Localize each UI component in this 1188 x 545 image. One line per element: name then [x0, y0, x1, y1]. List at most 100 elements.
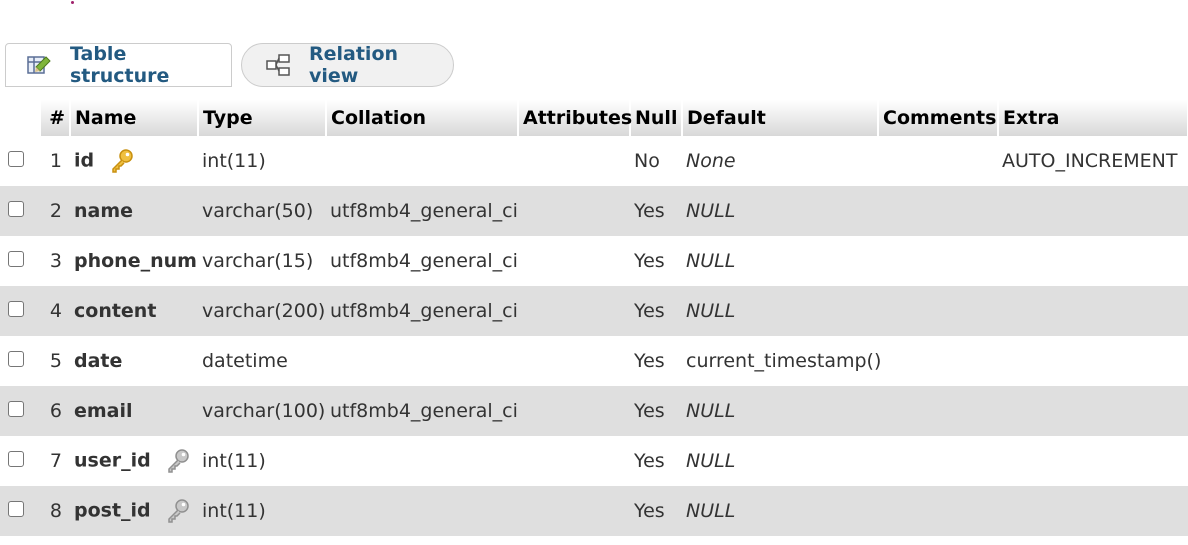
row-checkbox[interactable] [8, 251, 24, 267]
row-comments [878, 136, 998, 186]
row-null: Yes [630, 236, 682, 286]
column-name[interactable]: post_id [74, 500, 151, 522]
row-select [0, 136, 40, 186]
row-collation [326, 436, 518, 486]
row-default: None [682, 136, 878, 186]
header-null: Null [630, 100, 683, 136]
row-default: NULL [682, 286, 878, 336]
row-attributes [518, 236, 630, 286]
row-comments [878, 236, 998, 286]
header-comments: Comments [878, 100, 999, 136]
table-row: 6 email varchar(100) utf8mb4_general_ci … [0, 386, 1188, 436]
column-name[interactable]: user_id [74, 450, 151, 472]
row-select [0, 286, 40, 336]
row-extra [998, 186, 1188, 236]
row-comments [878, 436, 998, 486]
row-default: NULL [682, 486, 878, 536]
row-type: int(11) [198, 486, 326, 536]
header-type: Type [198, 100, 327, 136]
table-row: 3 phone_num varchar(15) utf8mb4_general_… [0, 236, 1188, 286]
row-num: 5 [40, 336, 70, 386]
header-default: Default [682, 100, 879, 136]
tab-table-structure[interactable]: Table structure [5, 43, 232, 87]
row-type: varchar(15) [198, 236, 326, 286]
column-name[interactable]: date [74, 350, 122, 372]
row-null: Yes [630, 186, 682, 236]
row-name-cell: post_id [70, 486, 198, 536]
row-select [0, 236, 40, 286]
row-extra [998, 236, 1188, 286]
row-type: int(11) [198, 136, 326, 186]
row-name-cell: user_id [70, 436, 198, 486]
row-null: Yes [630, 436, 682, 486]
row-checkbox[interactable] [8, 351, 24, 367]
row-collation: utf8mb4_general_ci [326, 286, 518, 336]
tab-relation-view[interactable]: Relation view [241, 43, 454, 87]
row-checkbox[interactable] [8, 401, 24, 417]
row-name-cell: email [70, 386, 198, 436]
header-name: Name [70, 100, 199, 136]
tab-label: Table structure [70, 43, 170, 87]
column-name[interactable]: name [74, 200, 133, 222]
row-num: 3 [40, 236, 70, 286]
row-null: Yes [630, 386, 682, 436]
row-attributes [518, 436, 630, 486]
row-extra [998, 286, 1188, 336]
table-row: 7 user_id int(11) Yes NULL [0, 436, 1188, 486]
column-name[interactable]: email [74, 400, 133, 422]
row-type: int(11) [198, 436, 326, 486]
row-num: 7 [40, 436, 70, 486]
row-type: varchar(100) [198, 386, 326, 436]
row-null: No [630, 136, 682, 186]
row-collation [326, 336, 518, 386]
row-collation [326, 486, 518, 536]
primary-key-icon [109, 148, 135, 174]
header-select [0, 100, 41, 136]
row-name-cell: phone_num [70, 236, 198, 286]
row-checkbox[interactable] [8, 151, 24, 167]
row-extra [998, 436, 1188, 486]
row-comments [878, 286, 998, 336]
structure-tabs: Table structure Relation view [5, 43, 454, 89]
row-collation: utf8mb4_general_ci [326, 236, 518, 286]
column-name[interactable]: phone_num [74, 250, 197, 272]
row-default: current_timestamp() [682, 336, 881, 386]
row-num: 6 [40, 386, 70, 436]
row-comments [878, 386, 998, 436]
row-collation [326, 136, 518, 186]
row-extra [998, 486, 1188, 536]
row-default: NULL [682, 436, 878, 486]
row-attributes [518, 486, 630, 536]
row-checkbox[interactable] [8, 451, 24, 467]
column-name[interactable]: id [74, 150, 94, 172]
table-row: 8 post_id int(11) Yes NULL [0, 486, 1188, 536]
row-select [0, 336, 40, 386]
row-extra [998, 336, 1188, 386]
row-default: NULL [682, 236, 878, 286]
accent-dot [71, 1, 74, 4]
row-comments [878, 186, 998, 236]
row-collation: utf8mb4_general_ci [326, 186, 518, 236]
row-checkbox[interactable] [8, 201, 24, 217]
column-name[interactable]: content [74, 300, 156, 322]
row-num: 8 [40, 486, 70, 536]
row-name-cell: name [70, 186, 198, 236]
header-attributes: Attributes [518, 100, 632, 136]
tab-label: Relation view [309, 43, 399, 87]
row-type: varchar(50) [198, 186, 326, 236]
row-type: datetime [198, 336, 326, 386]
row-attributes [518, 386, 630, 436]
row-extra: AUTO_INCREMENT [998, 136, 1188, 186]
structure-table: # Name Type Collation Attributes Null De… [0, 100, 1188, 536]
table-row: 1 id int(11) No None AUTO_INCREMENT [0, 136, 1188, 186]
index-key-icon [165, 498, 191, 524]
row-extra [998, 386, 1188, 436]
row-name-cell: content [70, 286, 198, 336]
row-attributes [518, 336, 630, 386]
row-default: NULL [682, 386, 878, 436]
row-name-cell: date [70, 336, 198, 386]
row-checkbox[interactable] [8, 501, 24, 517]
row-checkbox[interactable] [8, 301, 24, 317]
row-null: Yes [630, 336, 682, 386]
relation-view-icon [265, 53, 293, 77]
